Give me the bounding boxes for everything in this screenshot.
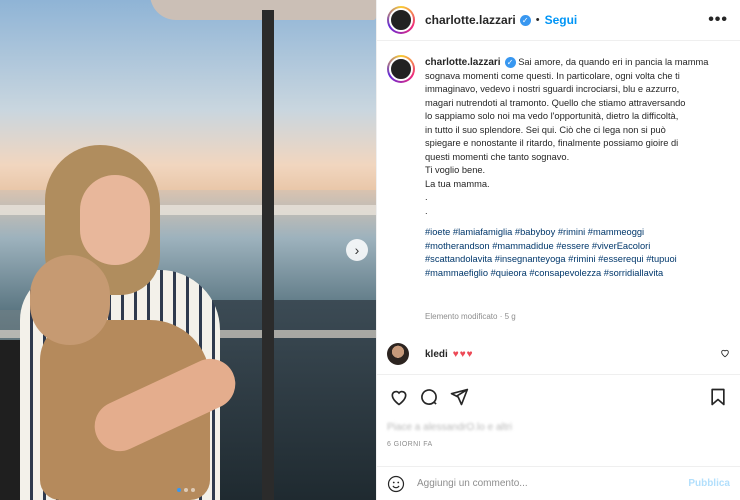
woman-face bbox=[80, 175, 150, 265]
hashtag-line[interactable]: #motherandson #mammadidue #essere #viver… bbox=[425, 240, 725, 254]
caption-line: . bbox=[425, 192, 428, 202]
caption-line: magari nutrendoti al tramonto. Quello ch… bbox=[425, 97, 686, 108]
carousel-dots bbox=[177, 488, 195, 492]
caption-line: in tutto il suo splendore. Sei qui. Ciò … bbox=[425, 124, 666, 135]
comment-row: kledi ♥♥♥ bbox=[387, 342, 730, 366]
emoji-icon[interactable] bbox=[387, 475, 405, 493]
follow-button[interactable]: Segui bbox=[545, 13, 578, 27]
caption-line: questi momenti che tanto sognavo. bbox=[425, 151, 570, 162]
edited-label: Elemento modificato · 5 g bbox=[425, 312, 516, 321]
action-bar bbox=[377, 374, 740, 418]
hashtag-line[interactable]: #ioete #lamiafamiglia #babyboy #rimini #… bbox=[425, 226, 725, 240]
hashtags: #ioete #lamiafamiglia #babyboy #rimini #… bbox=[425, 226, 725, 280]
caption-avatar[interactable] bbox=[387, 55, 415, 83]
share-icon[interactable] bbox=[447, 385, 471, 409]
post-photo[interactable]: › bbox=[0, 0, 376, 500]
baby-head bbox=[30, 255, 110, 345]
caption-username[interactable]: charlotte.lazzari bbox=[425, 57, 501, 68]
hashtag-line[interactable]: #scattandolavita #insegnanteyoga #rimini… bbox=[425, 253, 725, 267]
likes-count[interactable]: Piace a alessandrO.lo e altri bbox=[387, 422, 512, 433]
carousel-dot bbox=[177, 488, 181, 492]
username[interactable]: charlotte.lazzari bbox=[425, 13, 516, 27]
verified-badge-icon: ✓ bbox=[519, 14, 531, 26]
comment-avatar[interactable] bbox=[387, 343, 409, 365]
hashtag-line[interactable]: #mammaefiglio #quieora #consapevolezza #… bbox=[425, 267, 725, 281]
caption-line: immaginavo, vedevo i nostri sguardi incr… bbox=[425, 84, 680, 94]
caption-line: lo sappiamo solo noi ma vedo l'opportuni… bbox=[425, 111, 679, 121]
comment-composer: Pubblica bbox=[377, 466, 740, 500]
caption-line: Ti voglio bene. bbox=[425, 165, 486, 175]
separator-dot: • bbox=[535, 14, 540, 26]
caption-text: charlotte.lazzari ✓ Sai amore, da quando … bbox=[425, 56, 725, 280]
comment-icon[interactable] bbox=[417, 385, 441, 409]
caption-line: sognava momenti come questi. In particol… bbox=[425, 70, 680, 81]
post-timestamp[interactable]: 6 GIORNI FA bbox=[387, 441, 433, 448]
post-header: charlotte.lazzari ✓ • Segui ••• bbox=[377, 0, 740, 41]
caption-line: Sai amore, da quando eri in pancia la ma… bbox=[518, 57, 709, 67]
comment-text: ♥♥♥ bbox=[452, 348, 474, 360]
caption-line: . bbox=[425, 205, 428, 216]
carousel-next-button[interactable]: › bbox=[346, 239, 368, 261]
caption-line: La tua mamma. bbox=[425, 178, 490, 189]
comment-input[interactable] bbox=[417, 478, 657, 489]
comment-username[interactable]: kledi bbox=[425, 349, 448, 360]
more-options-icon[interactable]: ••• bbox=[708, 11, 728, 29]
carousel-dot bbox=[191, 488, 195, 492]
caption: charlotte.lazzari ✓ Sai amore, da quando … bbox=[387, 50, 730, 328]
caption-line: spiegare e nonostante il ritardo, finalm… bbox=[425, 138, 679, 148]
avatar[interactable] bbox=[387, 6, 415, 34]
verified-badge-icon: ✓ bbox=[504, 57, 516, 68]
carousel-dot bbox=[184, 488, 188, 492]
like-icon[interactable] bbox=[387, 385, 411, 409]
publish-button[interactable]: Pubblica bbox=[688, 478, 730, 489]
bookmark-icon[interactable] bbox=[706, 385, 730, 409]
umbrella-pole bbox=[262, 10, 274, 500]
post-side-panel: charlotte.lazzari ✓ • Segui ••• charlott… bbox=[376, 0, 740, 500]
comment-like-icon[interactable] bbox=[720, 348, 730, 361]
